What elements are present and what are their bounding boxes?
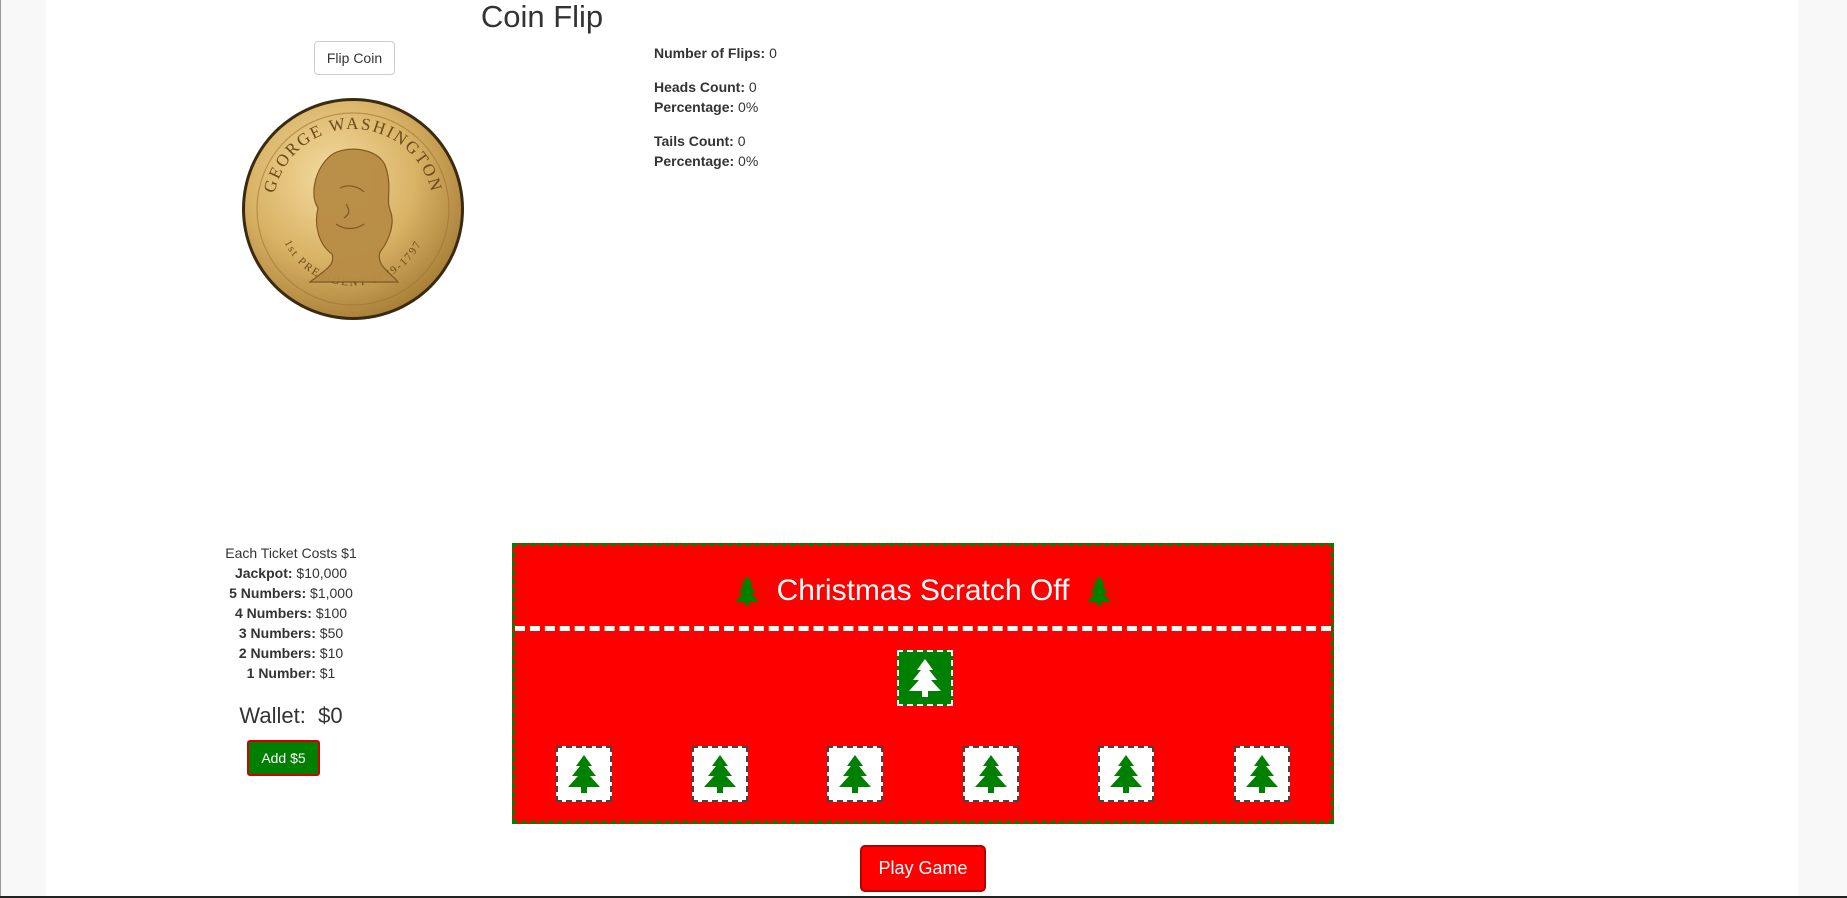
play-game-button[interactable]: Play Game	[860, 845, 986, 892]
prize-row: 1 Number: $1	[246, 665, 336, 681]
heads-percentage-row: Percentage: 0%	[654, 99, 759, 115]
page-title: Coin Flip	[480, 0, 604, 34]
christmas-tree-icon	[1246, 755, 1278, 793]
scratch-card-header: Christmas Scratch Off	[515, 570, 1331, 611]
page-container: Coin Flip Flip Coin GEORGE WASHINGTON 1s…	[46, 0, 1798, 896]
wallet-balance: $0	[318, 703, 343, 728]
bonus-scratch-tile[interactable]	[897, 650, 953, 706]
coin-image: GEORGE WASHINGTON 1st PRESIDENT 1789-179…	[240, 96, 466, 322]
prize-row: 4 Numbers: $100	[234, 605, 348, 621]
flips-row: Number of Flips: 0	[654, 45, 777, 61]
flips-count: 0	[769, 45, 777, 61]
wallet-label: Wallet:	[239, 703, 306, 728]
number-scratch-tile[interactable]	[1234, 746, 1290, 802]
scratch-card-divider	[515, 626, 1331, 631]
add-money-button[interactable]: Add $5	[247, 740, 320, 776]
christmas-tree-icon	[975, 755, 1007, 793]
tails-count: 0	[737, 133, 746, 149]
scratch-card: Christmas Scratch Off	[512, 543, 1334, 824]
prize-row: 2 Numbers: $10	[238, 645, 344, 661]
window-frame-left	[0, 0, 1, 898]
number-scratch-tile[interactable]	[692, 746, 748, 802]
christmas-tree-icon	[704, 755, 736, 793]
christmas-tree-icon	[1086, 576, 1111, 607]
coin-stats: Number of Flips: 0 Heads Count: 0 Percen…	[654, 43, 777, 171]
christmas-tree-icon	[909, 659, 941, 697]
number-scratch-tile[interactable]	[556, 746, 612, 802]
heads-percentage: 0%	[738, 99, 759, 115]
scratch-card-title: Christmas Scratch Off	[776, 574, 1070, 608]
number-scratch-tile[interactable]	[963, 746, 1019, 802]
tails-percentage: 0%	[738, 153, 759, 169]
heads-row: Heads Count: 0	[654, 79, 757, 95]
heads-count: 0	[748, 79, 757, 95]
tails-percentage-row: Percentage: 0%	[654, 153, 759, 169]
flip-coin-button[interactable]: Flip Coin	[314, 41, 395, 75]
number-scratch-tile[interactable]	[1098, 746, 1154, 802]
christmas-tree-icon	[1110, 755, 1142, 793]
prize-row: 3 Numbers: $50	[238, 625, 344, 641]
ticket-cost: Each Ticket Costs $1	[225, 545, 357, 561]
wallet: Wallet: $0	[196, 701, 386, 731]
christmas-tree-icon	[839, 755, 871, 793]
prize-table: Each Ticket Costs $1 Jackpot: $10,000 5 …	[216, 543, 366, 683]
christmas-tree-icon	[735, 576, 760, 607]
tails-row: Tails Count: 0	[654, 133, 746, 149]
prize-row: 5 Numbers: $1,000	[229, 585, 353, 601]
prize-row: Jackpot: $10,000	[234, 565, 348, 581]
christmas-tree-icon	[568, 755, 600, 793]
number-scratch-tile[interactable]	[827, 746, 883, 802]
